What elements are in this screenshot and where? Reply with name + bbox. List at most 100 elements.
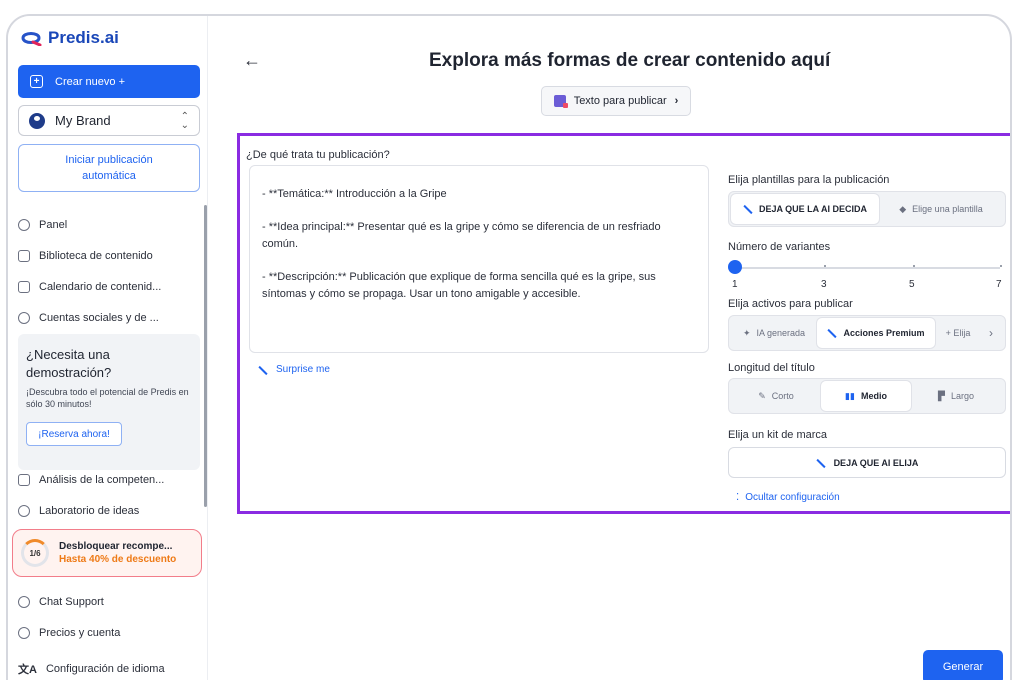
edit-note-icon (553, 95, 568, 108)
surprise-me-button[interactable]: Surprise me (258, 364, 330, 375)
sidebar-item-pricing[interactable]: Precios y cuenta (18, 627, 120, 639)
title-length-label: Longitud del título (728, 362, 815, 374)
template-option-label: Elige una plantilla (912, 204, 983, 214)
folder-icon (18, 250, 30, 262)
question-label: ¿De qué trata tu publicación? (246, 149, 390, 161)
slider-tick: 3 (821, 279, 827, 290)
magic-wand-icon (258, 365, 268, 375)
surprise-me-label: Surprise me (276, 364, 330, 375)
sidebar-item-language[interactable]: 文A Configuración de idioma (18, 661, 165, 677)
long-text-icon: ▛ (938, 390, 945, 401)
generate-button[interactable]: Generar (923, 650, 1003, 680)
back-arrow-icon[interactable]: ← (243, 50, 261, 71)
auto-post-button[interactable]: Iniciar publicación automática (18, 144, 200, 192)
slider-tick: 5 (909, 279, 915, 290)
asset-option-premium[interactable]: Acciones Premium (817, 318, 935, 348)
chevron-right-icon[interactable]: › (981, 318, 1001, 348)
textarea-line: - **Descripción:** Publicación que expli… (262, 271, 656, 300)
sidebar-item-panel[interactable]: Panel (18, 219, 67, 231)
templates-label: Elija plantillas para la publicación (728, 174, 890, 186)
logo-text: Predis.ai (48, 28, 119, 47)
billing-icon (18, 627, 30, 639)
slider-tick: 1 (732, 279, 738, 290)
page-title: Explora más formas de crear contenido aq… (429, 50, 831, 71)
sidebar-item-label: Biblioteca de contenido (39, 250, 153, 262)
asset-option-ai[interactable]: ✦ IA generada (731, 318, 817, 348)
sidebar-item-label: Laboratorio de ideas (39, 505, 140, 517)
magic-wand-icon (827, 328, 837, 338)
sidebar-item-library[interactable]: Biblioteca de contenido (18, 250, 153, 262)
chevron-updown-icon: ⌃ ⌄ (180, 110, 189, 131)
slider-dot (913, 265, 915, 267)
reward-subtitle: Hasta 40% de descuento (59, 554, 177, 565)
lab-icon (18, 505, 30, 517)
template-option-choose[interactable]: ◆ Elige una plantilla (879, 194, 1003, 224)
collapse-icon: ⁚ (736, 492, 740, 503)
rewards-card[interactable]: 1/6 Desbloquear recompe... Hasta 40% de … (12, 529, 202, 577)
asset-option-label: Acciones Premium (843, 328, 925, 338)
sidebar-item-label: Configuración de idioma (45, 663, 165, 675)
sidebar-item-label: Análisis de la competen... (39, 474, 165, 486)
templates-segmented: DEJA QUE LA AI DECIDA ◆ Elige una planti… (728, 191, 1006, 227)
sidebar-item-label: Panel (39, 219, 68, 231)
brand-select[interactable]: My Brand ⌃ ⌄ (18, 105, 200, 136)
assets-segmented: ✦ IA generada Acciones Premium + Elija › (728, 315, 1006, 351)
post-topic-textarea[interactable]: - **Temática:** Introducción a la Gripe … (249, 165, 709, 353)
sidebar-item-chat-support[interactable]: Chat Support (18, 596, 104, 608)
asset-option-label: IA generada (756, 328, 806, 338)
sidebar: Predis.ai + Crear nuevo + My Brand ⌃ ⌄ In… (8, 16, 208, 680)
asset-option-label: + Elija (945, 328, 971, 338)
content-type-button[interactable]: Texto para publicar › (541, 86, 691, 116)
length-option-label: Largo (950, 391, 974, 401)
demo-title: ¿Necesita una demostración? (26, 347, 112, 380)
length-option-label: Corto (771, 391, 794, 401)
demo-subtitle: ¡Descubra todo el potencial de Predis en… (26, 387, 189, 409)
template-option-ai[interactable]: DEJA QUE LA AI DECIDA (731, 194, 879, 224)
slider-tick: 7 (996, 279, 1002, 290)
textarea-line: - **Temática:** Introducción a la Gripe (262, 188, 447, 200)
sidebar-item-competition[interactable]: Análisis de la competen... (18, 474, 164, 486)
config-panel: ¿De qué trata tu publicación? - **Temáti… (237, 133, 1010, 514)
slider-dot (824, 265, 826, 267)
variants-slider-handle[interactable] (728, 260, 742, 274)
sidebar-item-label: Cuentas sociales y de ... (39, 312, 159, 324)
sidebar-item-label: Precios y cuenta (39, 627, 121, 639)
home-icon (18, 219, 30, 231)
hide-settings-button[interactable]: ⁚ Ocultar configuración (736, 492, 840, 503)
progress-ring: 1/6 (21, 539, 49, 567)
length-option-short[interactable]: ✎ Corto (731, 381, 821, 411)
brand-kit-select[interactable]: DEJA QUE AI ELIJA (728, 447, 1006, 478)
book-demo-button[interactable]: ¡Reserva ahora! (26, 422, 122, 446)
chat-icon (18, 596, 30, 608)
length-option-long[interactable]: ▛ Largo (911, 381, 1001, 411)
logo-icon (21, 32, 42, 46)
demo-card: ¿Necesita una demostración? ¡Descubra to… (18, 334, 200, 470)
sidebar-scrollbar[interactable] (204, 205, 207, 507)
sidebar-item-idea-lab[interactable]: Laboratorio de ideas (18, 505, 139, 517)
brand-name: My Brand (55, 113, 111, 128)
user-icon (29, 112, 45, 129)
create-new-button[interactable]: + Crear nuevo + (18, 65, 200, 98)
content-type-label: Texto para publicar (573, 95, 667, 107)
create-new-label: Crear nuevo + (55, 75, 126, 88)
sidebar-item-accounts[interactable]: Cuentas sociales y de ... (18, 312, 159, 324)
chart-icon (18, 474, 30, 486)
magic-wand-icon (743, 204, 753, 214)
auto-post-label: Iniciar publicación automática (65, 154, 153, 182)
sidebar-item-calendar[interactable]: Calendario de contenid... (18, 281, 161, 293)
logo[interactable]: Predis.ai (20, 28, 119, 48)
sidebar-item-label: Chat Support (39, 596, 104, 608)
asset-option-choose[interactable]: + Elija (935, 318, 981, 348)
calendar-icon (18, 281, 30, 293)
language-icon: 文A (18, 664, 37, 676)
app-window: Predis.ai + Crear nuevo + My Brand ⌃ ⌄ In… (6, 14, 1012, 680)
variants-slider-track[interactable] (734, 267, 1000, 269)
magic-wand-icon (816, 458, 826, 468)
length-option-medium[interactable]: ▮▮ Medio (821, 381, 911, 411)
accounts-icon (18, 312, 30, 324)
pencil-icon: ✎ (758, 390, 766, 401)
brand-kit-value: DEJA QUE AI ELIJA (833, 457, 919, 468)
hide-settings-label: Ocultar configuración (745, 492, 840, 503)
plus-icon: + (30, 75, 43, 88)
length-option-label: Medio (860, 391, 887, 401)
